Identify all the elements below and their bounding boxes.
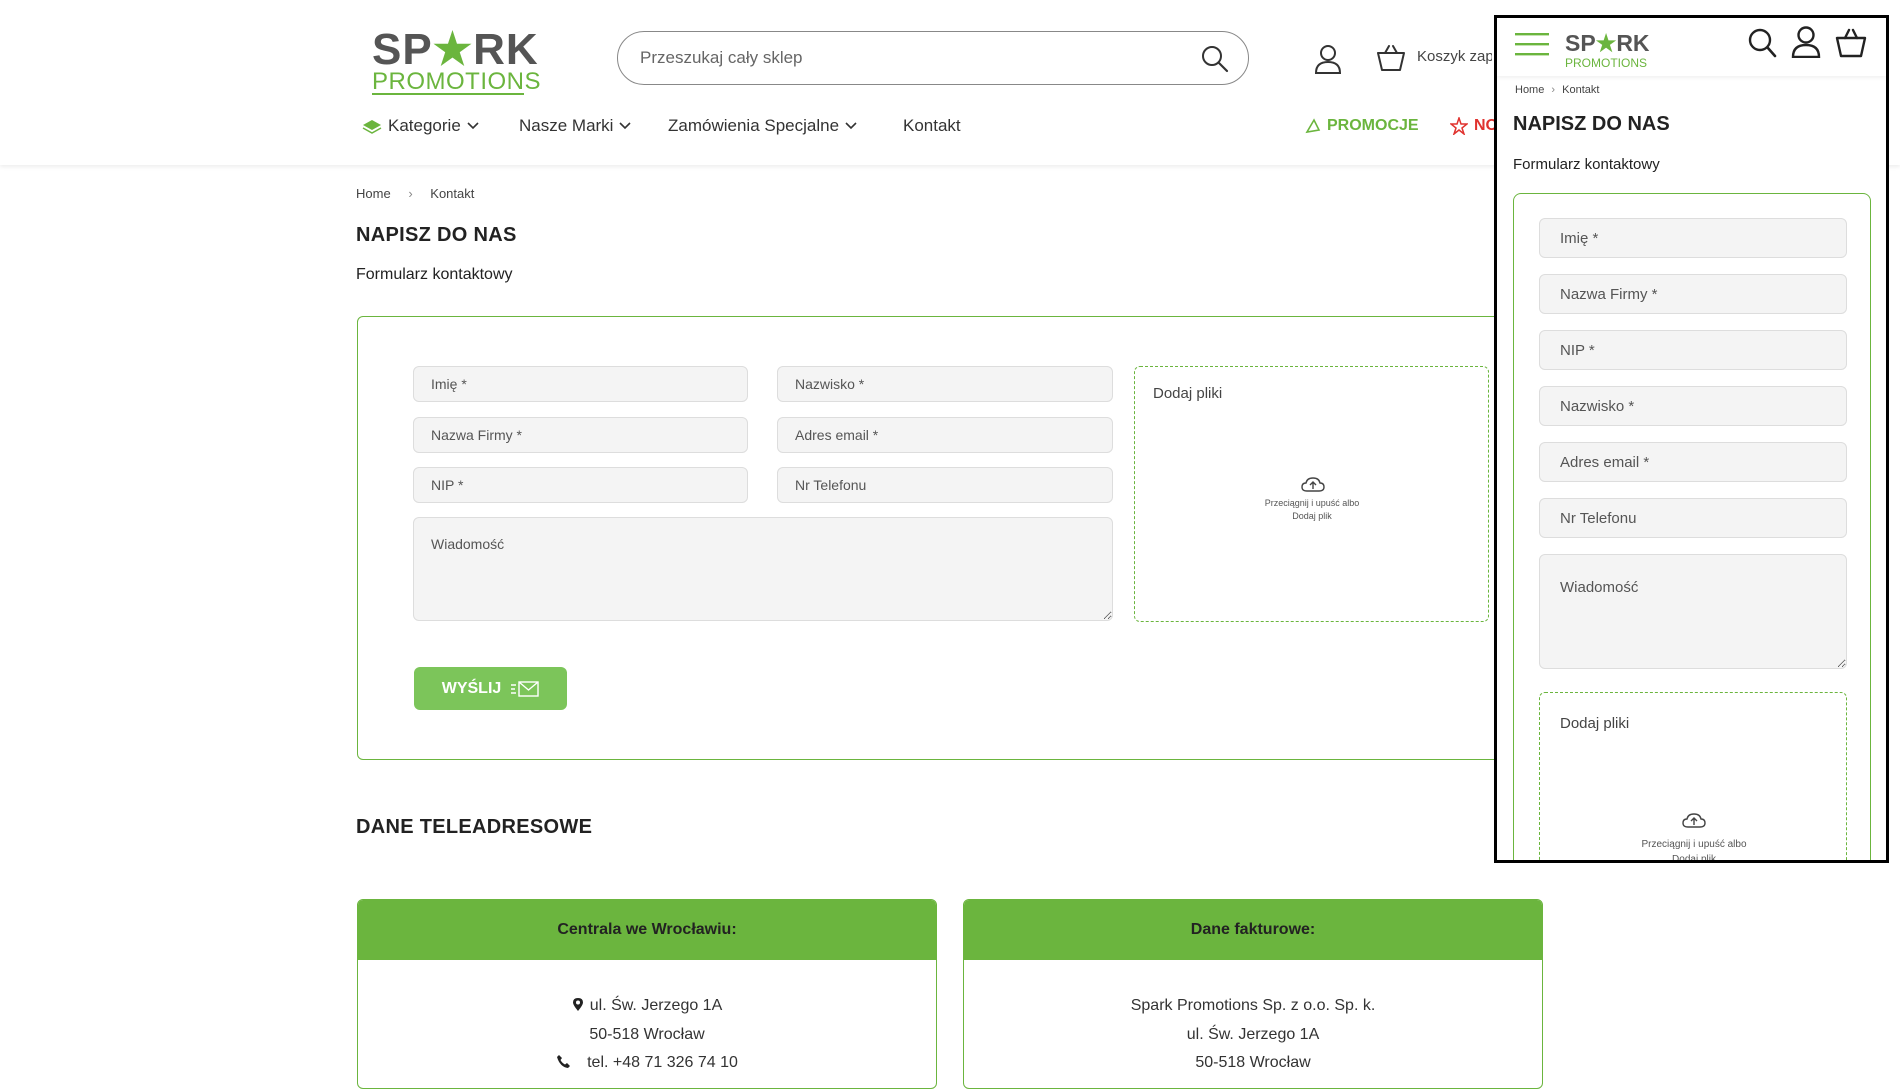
nav-zamowienia-specjalne[interactable]: Zamówienia Specjalne: [668, 116, 857, 136]
logo-subtitle: PROMOTIONS: [372, 68, 542, 95]
mobile-nip-field[interactable]: [1539, 330, 1847, 370]
send-button[interactable]: WYŚLIJ: [414, 667, 567, 710]
hq-card-title: Centrala we Wrocławiu:: [358, 900, 936, 960]
mobile-breadcrumb-home[interactable]: Home: [1515, 84, 1544, 96]
form-subtitle: Formularz kontaktowy: [356, 266, 513, 283]
spark-logo[interactable]: SP★RK PROMOTIONS: [368, 14, 541, 96]
logo-star-icon: ★: [432, 25, 474, 74]
billing-company-line: Spark Promotions Sp. z o.o. Sp. k.: [1130, 997, 1376, 1014]
breadcrumb-current: Kontakt: [430, 186, 475, 201]
dropzone-title: Dodaj pliki: [1153, 385, 1223, 402]
last-name-field[interactable]: [777, 366, 1113, 402]
location-pin-icon: [572, 998, 583, 1011]
hq-card: Centrala we Wrocławiu: ul. Św. Jerzego 1…: [357, 899, 937, 1089]
breadcrumb-home[interactable]: Home: [356, 186, 391, 201]
logo-text-right: RK: [473, 25, 539, 74]
file-dropzone[interactable]: Dodaj pliki Przeciągnij i upuść albo Dod…: [1134, 366, 1489, 622]
nav-promocje-label: PROMOCJE: [1327, 117, 1419, 134]
mobile-phone-field[interactable]: [1539, 498, 1847, 538]
mobile-logo-text-left: SP: [1565, 30, 1596, 56]
search-input[interactable]: [638, 42, 1178, 74]
mobile-last-name-field[interactable]: [1539, 386, 1847, 426]
mobile-breadcrumb: Home › Kontakt: [1515, 84, 1599, 96]
nav-kategorie-label: Kategorie: [388, 116, 461, 135]
breadcrumb-separator: ›: [408, 186, 413, 201]
nav-nasze-marki-label: Nasze Marki: [519, 116, 614, 135]
mobile-user-icon[interactable]: [1791, 26, 1821, 58]
nav-promocje[interactable]: PROMOCJE: [1305, 117, 1419, 135]
page-title: NAPISZ DO NAS: [356, 224, 517, 246]
layers-icon: [362, 120, 382, 134]
search-box: [617, 31, 1249, 85]
mobile-form-subtitle: Formularz kontaktowy: [1513, 156, 1660, 173]
mobile-dropzone-add-file-link[interactable]: Dodaj plik: [1594, 852, 1794, 860]
hq-address-line: ul. Św. Jerzego 1A: [589, 997, 723, 1014]
star-icon: [1450, 117, 1468, 135]
hq-phone-line[interactable]: tel. +48 71 326 74 10: [587, 1054, 738, 1071]
nav-kontakt-label: Kontakt: [903, 116, 961, 135]
mobile-header: SP★RK PROMOTIONS: [1497, 18, 1886, 76]
mobile-company-name-field[interactable]: [1539, 274, 1847, 314]
hq-city-line: 50-518 Wrocław: [589, 1026, 705, 1043]
chevron-down-icon: [467, 122, 479, 130]
billing-card: Dane fakturowe: Spark Promotions Sp. z o…: [963, 899, 1543, 1089]
mobile-spark-logo[interactable]: SP★RK PROMOTIONS: [1565, 26, 1655, 70]
first-name-field[interactable]: [413, 366, 748, 402]
mobile-dropzone-hint: Przeciągnij i upuść albo: [1641, 839, 1747, 850]
nav-kategorie[interactable]: Kategorie: [362, 116, 479, 136]
contact-form-card: Dodaj pliki Przeciągnij i upuść albo Dod…: [357, 316, 1517, 760]
message-textarea[interactable]: [413, 517, 1113, 621]
logo-underline: [372, 93, 524, 95]
envelope-icon: [511, 680, 539, 697]
mobile-contact-form-card: Dodaj pliki Przeciągnij i upuść albo Dod…: [1513, 193, 1871, 860]
mobile-cart-icon[interactable]: [1835, 28, 1867, 58]
hamburger-menu-icon[interactable]: [1515, 32, 1549, 56]
user-account-icon[interactable]: [1314, 44, 1342, 74]
email-field[interactable]: [777, 417, 1113, 453]
logo-text-left: SP: [372, 25, 433, 74]
mobile-search-icon[interactable]: [1747, 27, 1777, 59]
phone-icon: [557, 1055, 571, 1068]
mobile-breadcrumb-current: Kontakt: [1562, 84, 1600, 96]
nav-nasze-marki[interactable]: Nasze Marki: [519, 116, 632, 136]
send-button-label: WYŚLIJ: [441, 679, 502, 697]
mobile-file-dropzone[interactable]: Dodaj pliki Przeciągnij i upuść albo Dod…: [1539, 692, 1847, 860]
billing-address-line: ul. Św. Jerzego 1A: [1186, 1026, 1320, 1043]
megaphone-icon: [1305, 118, 1321, 134]
mobile-page-title: NAPISZ DO NAS: [1513, 113, 1670, 135]
nav-zamowienia-label: Zamówienia Specjalne: [668, 116, 840, 135]
nav-kontakt[interactable]: Kontakt: [903, 116, 961, 136]
dropzone-hint: Przeciągnij i upuść albo: [1264, 498, 1360, 508]
cloud-upload-icon: [1301, 477, 1325, 492]
breadcrumb: Home › Kontakt: [356, 186, 474, 201]
mobile-logo-star-icon: ★: [1595, 30, 1617, 56]
mobile-message-textarea[interactable]: [1539, 554, 1847, 669]
contact-details-title: DANE TELEADRESOWE: [356, 816, 593, 838]
phone-field[interactable]: [777, 467, 1113, 503]
chevron-down-icon: [845, 122, 857, 130]
mobile-logo-text-right: RK: [1616, 30, 1650, 56]
mobile-breadcrumb-separator: ›: [1551, 84, 1556, 96]
cart-label[interactable]: Koszyk zap: [1417, 48, 1492, 65]
mobile-first-name-field[interactable]: [1539, 218, 1847, 258]
search-icon[interactable]: [1200, 44, 1230, 74]
nip-field[interactable]: [413, 467, 748, 503]
mobile-logo-subtitle: PROMOTIONS: [1565, 56, 1648, 70]
billing-card-title: Dane fakturowe:: [964, 900, 1542, 960]
billing-city-line: 50-518 Wrocław: [1195, 1054, 1311, 1071]
chevron-down-icon: [619, 122, 632, 130]
mobile-dropzone-title: Dodaj pliki: [1560, 715, 1630, 732]
dropzone-add-file-link[interactable]: Dodaj plik: [1212, 510, 1412, 523]
mobile-email-field[interactable]: [1539, 442, 1847, 482]
mobile-cloud-upload-icon: [1682, 813, 1706, 828]
company-name-field[interactable]: [413, 417, 748, 453]
cart-icon[interactable]: [1376, 44, 1406, 72]
mobile-preview: SP★RK PROMOTIONS Home › Kontakt NAPISZ D…: [1494, 15, 1889, 863]
